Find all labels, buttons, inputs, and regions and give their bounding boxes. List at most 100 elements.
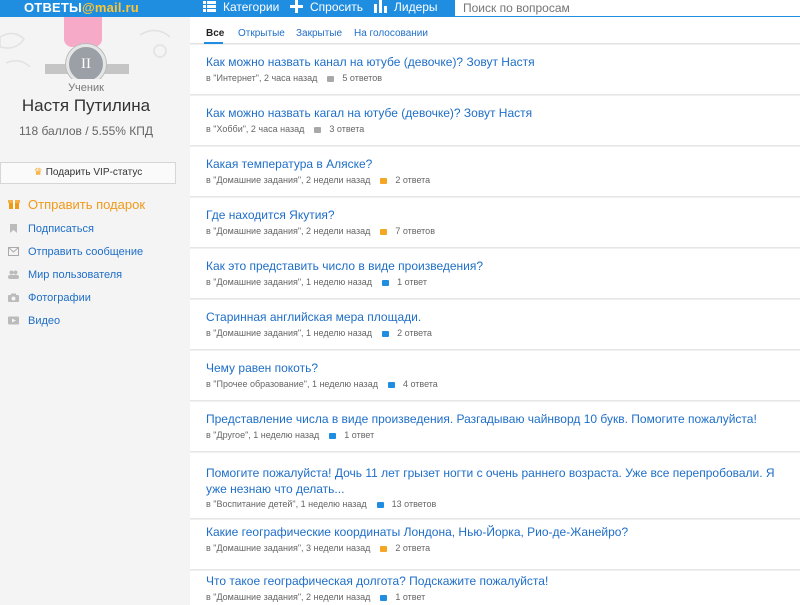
- tab-closed[interactable]: Закрытые: [296, 28, 342, 39]
- send-message-label: Отправить сообщение: [28, 246, 144, 258]
- search-input[interactable]: [455, 0, 800, 16]
- nav-categories[interactable]: Категории: [203, 0, 279, 17]
- bookmark-icon: [10, 224, 17, 233]
- video-icon: [8, 316, 19, 325]
- question-category-time[interactable]: в "Домашние задания", 2 недели назад: [206, 226, 370, 236]
- tab-open[interactable]: Открытые: [238, 28, 285, 39]
- question-item: Как можно назвать кагал на ютубе (девочк…: [190, 96, 800, 146]
- question-category-time[interactable]: в "Прочее образование", 1 неделю назад: [206, 379, 378, 389]
- comment-bubble-icon: [387, 382, 395, 388]
- comment-bubble-icon: [380, 595, 388, 601]
- send-message-link[interactable]: Отправить сообщение: [8, 246, 143, 258]
- question-title[interactable]: Как это представить число в виде произве…: [206, 258, 786, 274]
- question-meta: в "Воспитание детей", 1 неделю назад 13 о…: [206, 499, 436, 509]
- question-item: Где находится Якутия? в "Домашние задани…: [190, 198, 800, 248]
- avatar[interactable]: II: [0, 17, 190, 79]
- logo-text: ОТВЕТЫ: [24, 0, 82, 15]
- answer-count[interactable]: 1 ответ: [344, 430, 374, 440]
- send-gift-label: Отправить подарок: [28, 197, 146, 212]
- answer-count[interactable]: 1 ответ: [397, 277, 427, 287]
- envelope-icon: [8, 247, 19, 256]
- answer-count[interactable]: 1 ответ: [395, 592, 425, 602]
- question-item: Представление числа в виде произведения.…: [190, 402, 800, 452]
- answer-count[interactable]: 4 ответа: [403, 379, 438, 389]
- question-category-time[interactable]: в "Домашние задания", 2 недели назад: [206, 175, 370, 185]
- question-item: Что такое географическая долгота? Подска…: [190, 571, 800, 605]
- answer-count[interactable]: 5 ответов: [342, 73, 382, 83]
- comment-bubble-icon: [314, 127, 322, 133]
- camera-icon: [8, 293, 19, 302]
- comment-bubble-icon: [376, 502, 384, 508]
- question-item: Чему равен покоть? в "Прочее образование…: [190, 351, 800, 401]
- subscribe-link[interactable]: Подписаться: [8, 223, 94, 235]
- send-gift-link[interactable]: Отправить подарок: [8, 197, 145, 212]
- comment-bubble-icon: [380, 178, 388, 184]
- question-list: Как можно назвать канал на ютубе (девочк…: [190, 45, 800, 605]
- answer-count[interactable]: 3 ответа: [329, 124, 364, 134]
- question-category-time[interactable]: в "Домашние задания", 1 неделю назад: [206, 328, 372, 338]
- question-category-time[interactable]: в "Домашние задания", 3 недели назад: [206, 543, 370, 553]
- rank-badge-numeral: II: [81, 56, 91, 72]
- question-meta: в "Интернет", 2 часа назад 5 ответов: [206, 73, 382, 83]
- nav-categories-label: Категории: [223, 0, 280, 14]
- question-title[interactable]: Как можно назвать кагал на ютубе (девочк…: [206, 105, 786, 121]
- gift-vip-button[interactable]: ♛ Подарить VIP-статус: [0, 162, 176, 184]
- question-title[interactable]: Помогите пожалуйста! Дочь 11 лет грызет …: [206, 465, 786, 497]
- question-category-time[interactable]: в "Домашние задания", 1 неделю назад: [206, 277, 372, 287]
- question-title[interactable]: Старинная английская мера площади.: [206, 309, 786, 325]
- question-title[interactable]: Где находится Якутия?: [206, 207, 786, 223]
- question-meta: в "Другое", 1 неделю назад 1 ответ: [206, 430, 374, 440]
- site-logo[interactable]: ОТВЕТЫ@mail.ru: [24, 0, 139, 17]
- nav-leaders-label: Лидеры: [394, 0, 438, 14]
- answer-count[interactable]: 2 ответа: [397, 328, 432, 338]
- user-rank: Ученик: [68, 82, 104, 94]
- question-meta: в "Прочее образование", 1 неделю назад 4 …: [206, 379, 438, 389]
- answer-count[interactable]: 13 ответов: [392, 499, 437, 509]
- question-item: Старинная английская мера площади. в "До…: [190, 300, 800, 350]
- question-meta: в "Домашние задания", 1 неделю назад 2 от…: [206, 328, 432, 338]
- profile-sidebar: II Ученик Настя Путилина 118 баллов / 5.…: [0, 17, 190, 605]
- gift-icon: [8, 200, 20, 209]
- question-category-time[interactable]: в "Другое", 1 неделю назад: [206, 430, 319, 440]
- question-title[interactable]: Представление числа в виде произведения.…: [206, 411, 786, 427]
- question-title[interactable]: Какая температура в Аляске?: [206, 156, 786, 172]
- question-item: Какая температура в Аляске? в "Домашние …: [190, 147, 800, 197]
- question-item: Как можно назвать канал на ютубе (девочк…: [190, 45, 800, 95]
- question-category-time[interactable]: в "Интернет", 2 часа назад: [206, 73, 317, 83]
- nav-ask-label: Спросить: [310, 0, 363, 14]
- question-category-time[interactable]: в "Хобби", 2 часа назад: [206, 124, 304, 134]
- question-title[interactable]: Какие географические координаты Лондона,…: [206, 524, 786, 540]
- question-meta: в "Домашние задания", 1 неделю назад 1 от…: [206, 277, 427, 287]
- question-meta: в "Хобби", 2 часа назад 3 ответа: [206, 124, 364, 134]
- nav-leaders[interactable]: Лидеры: [374, 0, 438, 17]
- avatar-image: [64, 17, 102, 47]
- nav-ask[interactable]: Спросить: [290, 0, 363, 17]
- comment-bubble-icon: [327, 76, 335, 82]
- answer-count[interactable]: 2 ответа: [395, 543, 430, 553]
- crown-icon: ♛: [33, 167, 43, 178]
- tab-all[interactable]: Все: [206, 28, 224, 39]
- people-icon: [8, 270, 19, 279]
- question-meta: в "Домашние задания", 2 недели назад 2 от…: [206, 175, 430, 185]
- logo-domain: @mail.ru: [81, 0, 139, 15]
- question-title[interactable]: Чему равен покоть?: [206, 360, 786, 376]
- question-category-time[interactable]: в "Воспитание детей", 1 неделю назад: [206, 499, 367, 509]
- question-category-time[interactable]: в "Домашние задания", 2 недели назад: [206, 592, 370, 602]
- active-tab-indicator: [204, 42, 223, 44]
- video-label: Видео: [28, 315, 61, 327]
- top-bar: ОТВЕТЫ@mail.ru Категории Спросить Лидеры: [0, 0, 800, 17]
- answer-count[interactable]: 7 ответов: [395, 226, 435, 236]
- tab-voting[interactable]: На голосовании: [354, 28, 428, 39]
- comment-bubble-icon: [382, 280, 390, 286]
- subscribe-label: Подписаться: [28, 223, 94, 235]
- answer-count[interactable]: 2 ответа: [395, 175, 430, 185]
- bar-chart-icon: [374, 0, 387, 13]
- question-item: Как это представить число в виде произве…: [190, 249, 800, 299]
- user-world-link[interactable]: Мир пользователя: [8, 269, 122, 281]
- video-link[interactable]: Видео: [8, 315, 60, 327]
- photos-link[interactable]: Фотографии: [8, 292, 91, 304]
- question-title[interactable]: Что такое географическая долгота? Подска…: [206, 573, 786, 589]
- plus-icon: [290, 0, 303, 13]
- question-title[interactable]: Как можно назвать канал на ютубе (девочк…: [206, 54, 786, 70]
- comment-bubble-icon: [380, 546, 388, 552]
